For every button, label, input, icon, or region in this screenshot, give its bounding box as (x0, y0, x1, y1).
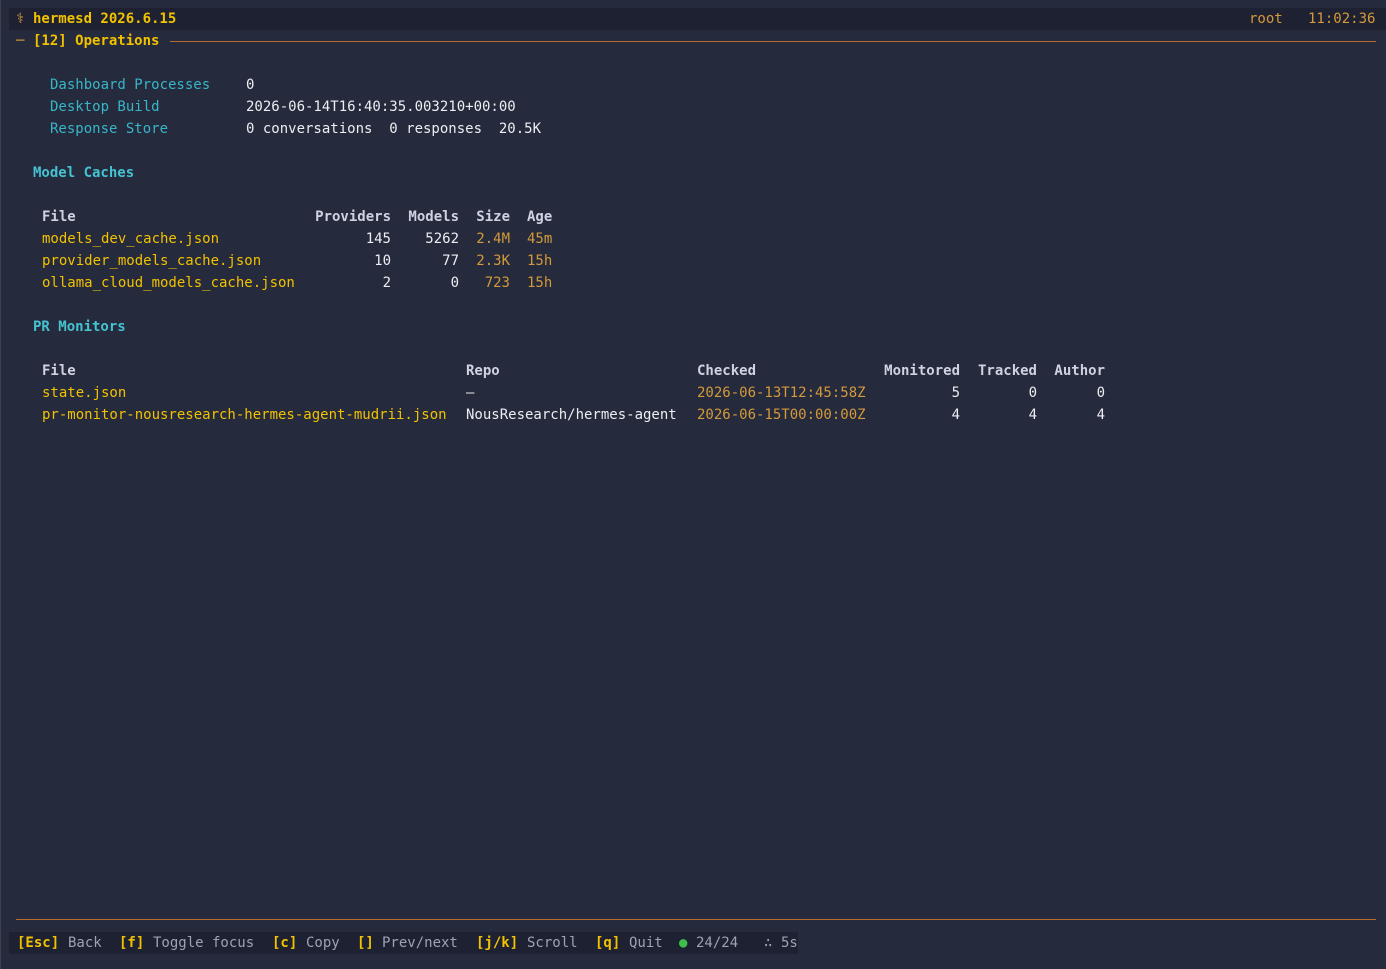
refresh-icon: ∴ (764, 935, 773, 951)
pr-col-repo: Repo (466, 363, 500, 379)
window-edge (0, 0, 1, 969)
pr-repo: — (466, 385, 475, 401)
status-dot-icon: ● (679, 935, 688, 951)
info-label-response-store: Response Store (50, 121, 169, 137)
section-title-pr-monitors: PR Monitors (33, 319, 126, 335)
pr-monitored: 5 (951, 385, 960, 401)
key-f[interactable]: [f] (119, 932, 144, 954)
panel-title-dash: ─ (16, 33, 25, 49)
mc-size: 723 (484, 275, 510, 291)
key-c-label: Copy (306, 935, 340, 951)
mc-file: provider_models_cache.json (42, 253, 262, 269)
mc-file: ollama_cloud_models_cache.json (42, 275, 295, 291)
key-jk-label: Scroll (527, 935, 578, 951)
refresh-interval: 5s (781, 935, 798, 951)
key-brackets[interactable]: [] (357, 932, 374, 954)
mc-models: 5262 (425, 231, 459, 247)
pr-col-file: File (42, 363, 76, 379)
mc-col-age: Age (527, 209, 553, 225)
pr-repo: NousResearch/hermes-agent (466, 407, 677, 423)
mc-age: 15h (527, 275, 553, 291)
mc-file: models_dev_cache.json (42, 231, 220, 247)
panel-top-rule (170, 41, 1376, 42)
pr-col-author: Author (1054, 363, 1105, 379)
key-q-label: Quit (629, 935, 663, 951)
mc-models: 0 (450, 275, 459, 291)
status-count: 24/24 (696, 935, 739, 951)
pr-author: 4 (1096, 407, 1105, 423)
pr-checked: 2026-06-15T00:00:00Z (697, 407, 866, 423)
pr-file: state.json (42, 385, 127, 401)
mc-age: 15h (527, 253, 553, 269)
pr-monitored: 4 (951, 407, 960, 423)
mc-size: 2.4M (476, 231, 510, 247)
pr-file: pr-monitor-nousresearch-hermes-agent-mud… (42, 407, 447, 423)
mc-providers: 2 (382, 275, 391, 291)
key-q[interactable]: [q] (595, 932, 620, 954)
user-label: root (1249, 11, 1283, 27)
pr-col-checked: Checked (697, 363, 757, 379)
panel-bottom-rule (16, 919, 1376, 920)
mc-models: 77 (442, 253, 459, 269)
mc-col-file: File (42, 209, 76, 225)
section-title-model-caches: Model Caches (33, 165, 135, 181)
info-value-desktop-build: 2026-06-14T16:40:35.003210+00:00 (246, 99, 516, 115)
key-jk[interactable]: [j/k] (476, 932, 518, 954)
mc-providers: 145 (365, 231, 391, 247)
key-esc[interactable]: [Esc] (17, 932, 59, 954)
clock: 11:02:36 (1308, 11, 1376, 27)
mc-col-size: Size (476, 209, 510, 225)
mc-size: 2.3K (476, 253, 510, 269)
info-value-response-store: 0 conversations 0 responses 20.5K (246, 121, 542, 137)
key-c[interactable]: [c] (272, 932, 297, 954)
mc-providers: 10 (374, 253, 391, 269)
key-brackets-label: Prev/next (382, 935, 458, 951)
key-esc-label: Back (68, 935, 102, 951)
pr-tracked: 4 (1028, 407, 1037, 423)
pr-checked: 2026-06-13T12:45:58Z (697, 385, 866, 401)
caduceus-icon: ⚕ (16, 11, 25, 27)
info-value-dashboard-processes: 0 (246, 77, 255, 93)
key-f-label: Toggle focus (153, 935, 255, 951)
top-bar (9, 8, 1386, 30)
pr-tracked: 0 (1028, 385, 1037, 401)
info-label-dashboard-processes: Dashboard Processes (50, 77, 211, 93)
mc-age: 45m (527, 231, 553, 247)
panel-title: [12] Operations (33, 33, 160, 49)
pr-col-tracked: Tracked (977, 363, 1037, 379)
mc-col-models: Models (408, 209, 459, 225)
pr-col-monitored: Monitored (884, 363, 960, 379)
mc-col-providers: Providers (315, 209, 391, 225)
app-title: hermesd 2026.6.15 (33, 11, 177, 27)
pr-author: 0 (1096, 385, 1105, 401)
info-label-desktop-build: Desktop Build (50, 99, 160, 115)
